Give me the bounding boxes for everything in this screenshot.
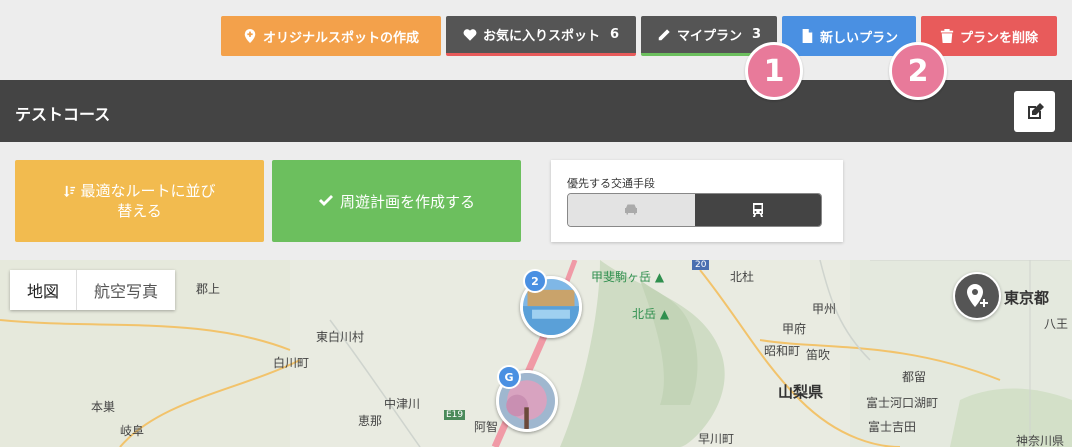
map-label-hayakawa: 早川町 — [698, 432, 735, 446]
map-label-hachioji: 八王 — [1044, 317, 1069, 331]
map-label-koma: 甲斐駒ヶ岳 ▲ — [591, 268, 664, 285]
map-label-shirakawa: 白川町 — [273, 356, 310, 370]
map-type-satellite[interactable]: 航空写真 — [76, 270, 175, 310]
map-label-kanagawa: 神奈川県 — [1016, 434, 1065, 447]
map-label-kawaguchiko: 富士河口湖町 — [866, 396, 939, 410]
pin-plus-icon — [967, 284, 988, 307]
sort-optimal-route-button[interactable]: 最適なルートに並び 替える — [15, 160, 264, 242]
map-label-tokyo: 東京都 — [1004, 289, 1050, 307]
annotation-marker-2: 2 — [889, 42, 947, 100]
trash-icon — [940, 29, 954, 43]
map-label-hokuto: 北杜 — [730, 270, 755, 284]
map-label-fuefuki: 笛吹 — [806, 348, 831, 362]
car-icon — [625, 204, 638, 215]
map-label-achi: 阿智 — [474, 420, 499, 434]
transport-option-car[interactable] — [568, 194, 695, 226]
document-icon — [802, 29, 813, 43]
transport-preference-panel: 優先する交通手段 — [551, 160, 843, 242]
pencil-icon — [658, 28, 670, 40]
sort-route-label-2: 替える — [117, 202, 162, 220]
map-label-gujo: 郡上 — [196, 282, 221, 296]
map-label-ena: 恵那 — [358, 414, 383, 428]
new-plan-label: 新しいプラン — [819, 30, 898, 46]
spot-goal-badge: G — [497, 365, 521, 389]
map-label-gifu: 岐阜 — [120, 424, 145, 438]
train-icon — [752, 203, 763, 217]
spot-order-badge: 2 — [523, 269, 547, 293]
map-road-sign: 20 — [692, 260, 710, 270]
koma-text: 甲斐駒ヶ岳 — [591, 270, 652, 284]
mountain-icon: ▲ — [654, 270, 665, 284]
create-original-spot-button[interactable]: オリジナルスポットの作成 — [221, 16, 441, 56]
map-pin-plus-icon — [244, 29, 256, 43]
map-label-tsuru: 都留 — [902, 370, 927, 384]
create-tour-plan-label: 周遊計画を作成する — [339, 192, 475, 211]
map-label-fujiyoshida: 富士吉田 — [868, 420, 917, 434]
delete-plan-label: プランを削除 — [959, 30, 1038, 46]
create-original-spot-label: オリジナルスポットの作成 — [262, 30, 419, 46]
map-label-kofu: 甲府 — [782, 322, 807, 336]
kitadake-text: 北岳 — [632, 307, 657, 321]
heart-icon — [463, 28, 477, 41]
create-tour-plan-button[interactable]: 周遊計画を作成する — [272, 160, 521, 242]
my-plan-count: 3 — [751, 27, 762, 42]
transport-toggle — [567, 193, 822, 227]
transport-option-train[interactable] — [694, 194, 821, 226]
course-title: テストコース — [15, 105, 111, 124]
edit-course-button[interactable] — [1014, 91, 1055, 132]
sort-icon — [64, 185, 76, 197]
edit-icon — [1027, 102, 1044, 119]
map-label-motosu: 本巣 — [91, 400, 116, 414]
delete-plan-button[interactable]: プランを削除 — [921, 16, 1057, 56]
map-view[interactable]: 地図 航空写真 郡上 東白川村 白川町 中津川 恵那 本巣 岐阜 阿智 E19 … — [0, 260, 1072, 447]
favorite-spots-label: お気に入りスポット — [482, 29, 600, 44]
annotation-marker-1: 1 — [745, 42, 803, 100]
map-label-kai: 甲州 — [812, 302, 837, 316]
map-label-nakatsugawa: 中津川 — [384, 397, 421, 411]
mountain-icon: ▲ — [659, 307, 670, 321]
add-spot-map-button[interactable] — [953, 272, 1001, 320]
check-icon — [318, 195, 333, 206]
my-plan-label: マイプラン — [676, 29, 742, 44]
map-label-showa: 昭和町 — [764, 344, 801, 358]
sort-route-label-1: 最適なルートに並び — [80, 182, 216, 200]
favorite-count: 6 — [609, 27, 620, 42]
map-label-kitadake: 北岳 ▲ — [632, 305, 669, 322]
transport-label: 優先する交通手段 — [567, 177, 655, 190]
new-plan-button[interactable]: 新しいプラン — [782, 16, 916, 56]
map-type-switch: 地図 航空写真 — [10, 270, 176, 310]
map-route-sign: E19 — [444, 410, 466, 420]
map-label-higashishirakawa: 東白川村 — [316, 330, 365, 344]
map-type-map[interactable]: 地図 — [10, 270, 76, 310]
map-label-yamanashi: 山梨県 — [778, 383, 824, 401]
favorite-spots-button[interactable]: お気に入りスポット 6 — [446, 16, 636, 56]
sort-label-line1-wrap: 最適なルートに並び — [63, 181, 216, 201]
